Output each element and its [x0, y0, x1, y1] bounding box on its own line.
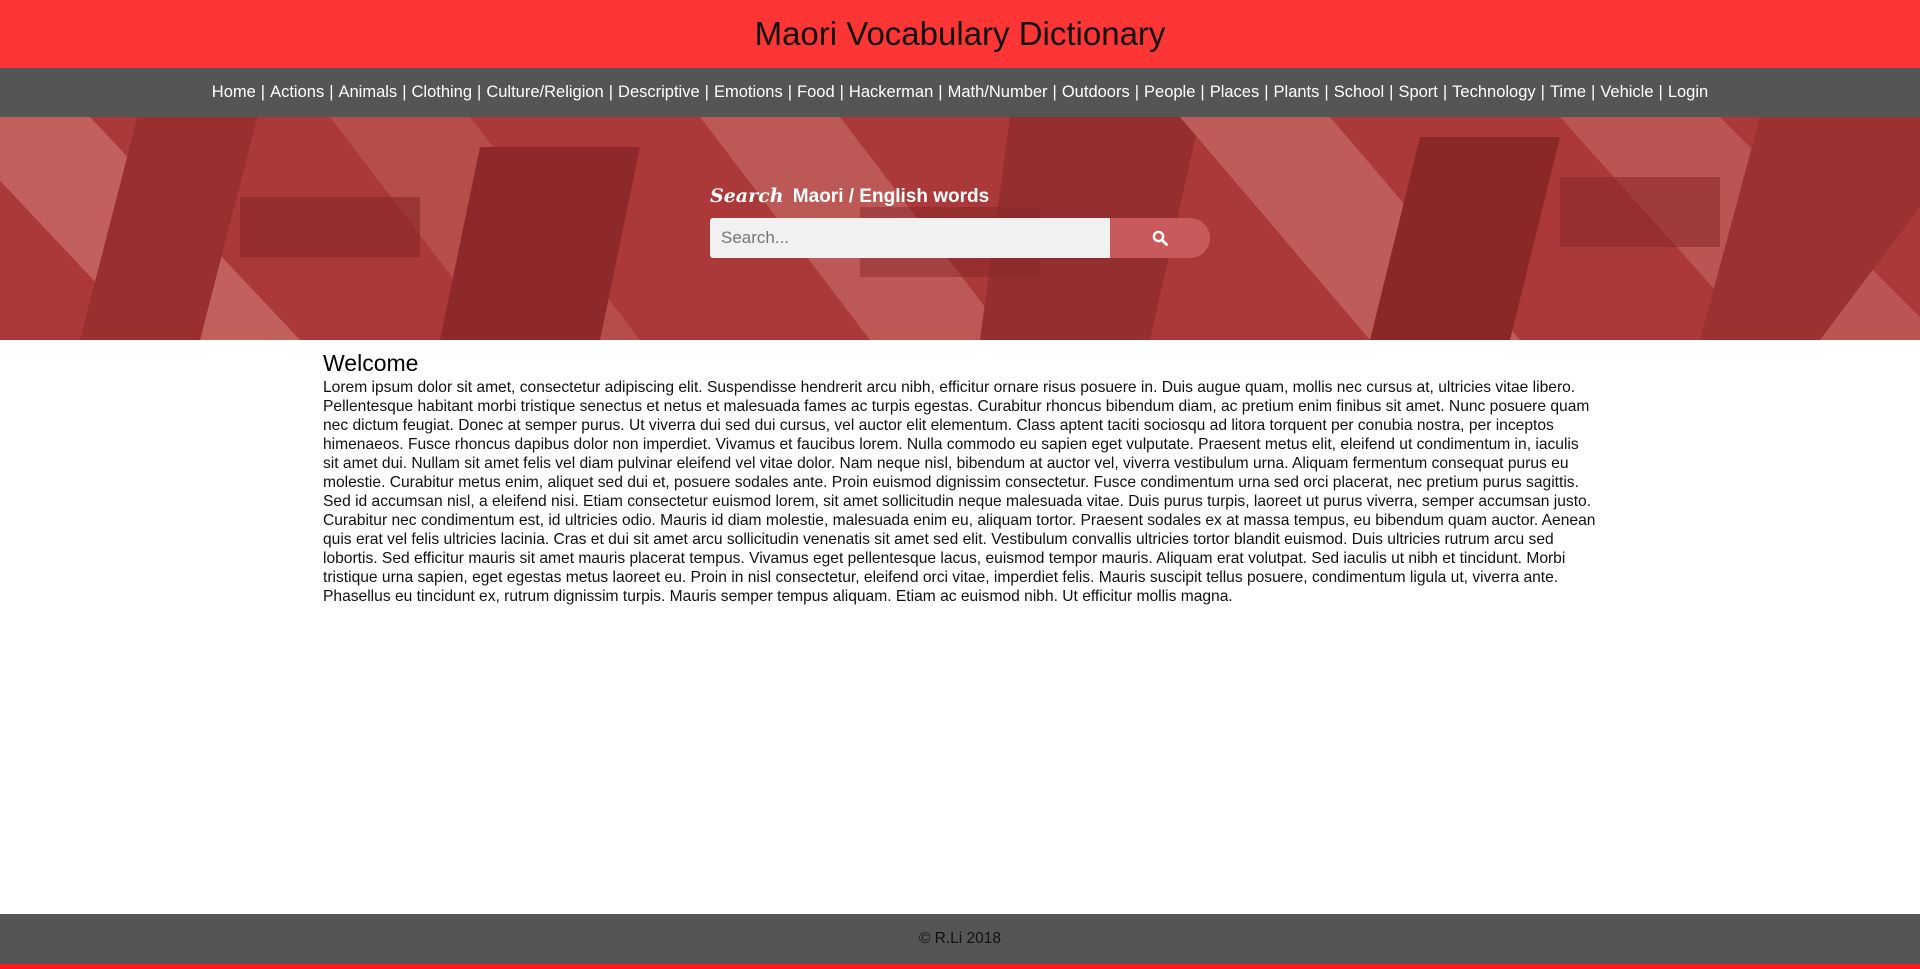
nav-link-emotions[interactable]: Emotions [714, 83, 783, 102]
main-nav: Home | Actions | Animals | Clothing | Culture/Re… [0, 68, 1920, 117]
nav-separator: | [1591, 83, 1596, 101]
search-icon [1152, 230, 1168, 246]
nav-separator: | [1264, 83, 1269, 101]
nav-link-school[interactable]: School [1334, 83, 1384, 102]
nav-link-time[interactable]: Time [1550, 83, 1586, 102]
search-heading: Search Maori / English words [710, 185, 1210, 208]
nav-link-home[interactable]: Home [212, 83, 256, 102]
nav-separator: | [787, 83, 793, 101]
nav-link-plants[interactable]: Plants [1274, 83, 1320, 102]
site-footer: © R.Li 2018 [0, 914, 1920, 969]
nav-separator: | [938, 83, 943, 101]
nav-separator: | [839, 83, 844, 101]
search-block: Search Maori / English words [710, 185, 1210, 258]
nav-separator: | [704, 83, 709, 101]
nav-link-clothing[interactable]: Clothing [411, 83, 472, 102]
nav-separator: | [1052, 83, 1057, 101]
nav-separator: | [1134, 83, 1140, 101]
search-button[interactable] [1110, 218, 1210, 258]
nav-link-outdoors[interactable]: Outdoors [1062, 83, 1130, 102]
nav-link-sport[interactable]: Sport [1398, 83, 1437, 102]
nav-link-places[interactable]: Places [1210, 83, 1260, 102]
site-header: Maori Vocabulary Dictionary [0, 0, 1920, 68]
nav-separator: | [1442, 83, 1448, 101]
search-heading-emphasis: Search [710, 185, 784, 207]
nav-link-people[interactable]: People [1144, 83, 1195, 102]
search-form [710, 218, 1210, 258]
nav-link-vehicle[interactable]: Vehicle [1600, 83, 1653, 102]
site-title: Maori Vocabulary Dictionary [754, 15, 1166, 52]
footer-copyright: © R.Li 2018 [918, 930, 1002, 947]
search-input[interactable] [710, 218, 1110, 258]
nav-separator: | [1540, 83, 1545, 101]
nav-separator: | [329, 83, 334, 101]
nav-separator: | [477, 83, 482, 101]
nav-link-culture-religion[interactable]: Culture/Religion [486, 83, 603, 102]
nav-separator: | [402, 83, 407, 101]
main-content: Welcome Lorem ipsum dolor sit amet, cons… [323, 349, 1598, 606]
search-heading-text: Maori / English words [792, 186, 990, 207]
welcome-heading: Welcome [323, 350, 419, 376]
nav-separator: | [608, 83, 614, 101]
nav-link-technology[interactable]: Technology [1452, 83, 1535, 102]
nav-separator: | [1658, 83, 1663, 101]
search-hero: Search Maori / English words [0, 117, 1920, 340]
nav-link-food[interactable]: Food [797, 83, 835, 102]
nav-link-login[interactable]: Login [1668, 83, 1708, 102]
nav-link-descriptive[interactable]: Descriptive [618, 83, 700, 102]
welcome-paragraph: Lorem ipsum dolor sit amet, consectetur … [323, 379, 1596, 605]
nav-link-hackerman[interactable]: Hackerman [849, 83, 933, 102]
nav-link-actions[interactable]: Actions [270, 83, 324, 102]
nav-link-math-number[interactable]: Math/Number [948, 83, 1048, 102]
nav-separator: | [1389, 83, 1394, 101]
page: Maori Vocabulary Dictionary Home | Actions… [0, 0, 1920, 969]
nav-link-animals[interactable]: Animals [339, 83, 398, 102]
nav-separator: | [1200, 83, 1205, 101]
footer-accent-bar [0, 964, 1920, 969]
nav-separator: | [260, 83, 266, 101]
nav-separator: | [1324, 83, 1329, 101]
